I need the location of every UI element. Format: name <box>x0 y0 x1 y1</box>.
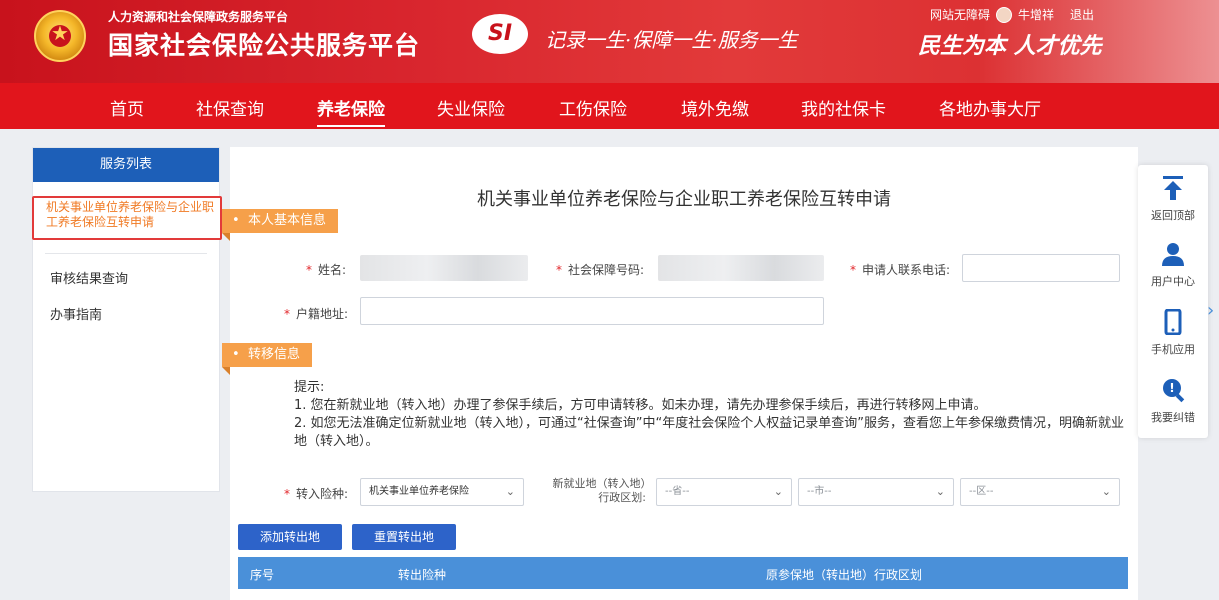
sidebar-item-review-query[interactable]: 审核结果查询 <box>50 268 128 287</box>
user-center-label: 用户中心 <box>1151 275 1195 288</box>
nav-item-overseas[interactable]: 境外免缴 <box>681 95 749 120</box>
chevron-right-icon[interactable]: › <box>1207 300 1214 321</box>
hint-title: 提示: <box>294 380 325 395</box>
chevron-down-icon: ⌄ <box>935 485 945 498</box>
site-header: ★ 人力资源和社会保障政务服务平台 国家社会保险公共服务平台 SI 记录一生·保… <box>0 0 1219 83</box>
hint-line-2: 2. 如您无法准确定位新就业地（转入地），可通过“社保查询”中“年度社会保险个人… <box>294 416 1124 449</box>
chevron-down-icon: ⌄ <box>505 485 515 498</box>
mobile-icon <box>1138 308 1208 337</box>
city-select[interactable]: --市-- ⌄ <box>798 478 954 506</box>
avatar <box>996 6 1013 23</box>
new-location-label: 新就业地（转入地）行政区划: <box>552 477 647 504</box>
user-icon <box>1138 241 1208 269</box>
sidebar-header: 服务列表 <box>33 148 219 182</box>
district-value: --区-- <box>969 486 994 497</box>
address-label: * 户籍地址: <box>284 307 349 321</box>
bullet-icon: • <box>232 213 248 228</box>
add-transfer-out-button[interactable]: 添加转出地 <box>238 524 342 550</box>
hint-line-1: 1. 您在新就业地（转入地）办理了参保手续后，方可申请转移。如未办理，请先办理参… <box>294 398 987 413</box>
transfer-type-value: 机关事业单位养老保险 <box>369 486 469 497</box>
user-center-button[interactable]: 用户中心 <box>1138 241 1208 289</box>
main-nav: 首页 社保查询 养老保险 失业保险 工伤保险 境外免缴 我的社保卡 各地办事大厅 <box>0 83 1219 129</box>
back-to-top-icon <box>1138 175 1208 203</box>
section-label: 转移信息 <box>247 347 300 362</box>
chevron-down-icon: ⌄ <box>1101 485 1111 498</box>
username-link[interactable]: 牛增祥 <box>1018 6 1054 23</box>
logout-link[interactable]: 退出 <box>1070 6 1094 23</box>
transfer-type-select[interactable]: 机关事业单位养老保险 ⌄ <box>360 478 524 506</box>
floating-toolbar: 返回顶部 用户中心 手机应用 ! 我要纠错 <box>1138 165 1208 438</box>
barrier-free-link[interactable]: 网站无障碍 <box>930 6 990 23</box>
column-header-insurance-type: 转出险种 <box>398 568 447 582</box>
column-header-origin-region: 原参保地（转出地）行政区划 <box>766 568 923 582</box>
transfer-type-label: * 转入险种: <box>284 487 349 501</box>
nav-item-social-query[interactable]: 社保查询 <box>196 95 264 120</box>
nav-item-service-halls[interactable]: 各地办事大厅 <box>939 95 1041 120</box>
page-title: 机关事业单位养老保险与企业职工养老保险互转申请 <box>477 189 891 210</box>
hint-box: 提示: 1. 您在新就业地（转入地）办理了参保手续后，方可申请转移。如未办理，请… <box>294 379 1124 451</box>
national-emblem-icon: ★ <box>34 10 86 62</box>
sidebar-item-transfer-application[interactable]: 机关事业单位养老保险与企业职工养老保险互转申请 <box>32 196 222 240</box>
nav-item-unemployment[interactable]: 失业保险 <box>437 95 505 120</box>
back-to-top-button[interactable]: 返回顶部 <box>1138 175 1208 223</box>
mobile-app-button[interactable]: 手机应用 <box>1138 308 1208 357</box>
sidebar-item-label: 机关事业单位养老保险与企业职工养老保险互转申请 <box>46 200 215 229</box>
user-bar: 网站无障碍 牛增祥 退出 <box>930 6 1094 23</box>
phone-field[interactable] <box>962 254 1120 282</box>
ssn-label: * 社会保障号码: <box>556 263 645 277</box>
nav-item-home[interactable]: 首页 <box>110 95 144 120</box>
district-select[interactable]: --区-- ⌄ <box>960 478 1120 506</box>
si-logo: SI <box>472 14 528 54</box>
city-value: --市-- <box>807 486 832 497</box>
back-to-top-label: 返回顶部 <box>1151 209 1195 222</box>
nav-item-my-card[interactable]: 我的社保卡 <box>801 95 886 120</box>
section-personal-info: • 本人基本信息 <box>222 209 338 241</box>
nav-item-injury[interactable]: 工伤保险 <box>559 95 627 120</box>
sidebar-divider <box>45 253 207 254</box>
bullet-icon: • <box>232 347 248 362</box>
chevron-down-icon: ⌄ <box>773 485 783 498</box>
site-title[interactable]: 国家社会保险公共服务平台 <box>108 26 420 62</box>
household-address-field[interactable] <box>360 297 824 325</box>
province-select[interactable]: --省-- ⌄ <box>656 478 792 506</box>
application-form: 机关事业单位养老保险与企业职工养老保险互转申请 • 本人基本信息 * 姓名: * 社… <box>222 147 1138 600</box>
error-report-icon: ! <box>1138 377 1208 405</box>
section-label: 本人基本信息 <box>247 213 326 228</box>
slogan: 记录一生·保障一生·服务一生 <box>545 28 798 52</box>
name-value-redacted <box>360 255 528 281</box>
report-error-label: 我要纠错 <box>1151 411 1195 424</box>
column-header-index: 序号 <box>250 568 275 582</box>
slogan-secondary: 民生为本 人才优先 <box>918 33 1102 59</box>
report-error-button[interactable]: ! 我要纠错 <box>1138 377 1208 425</box>
nav-item-pension[interactable]: 养老保险 <box>317 95 385 127</box>
province-value: --省-- <box>665 486 690 497</box>
header-subtitle: 人力资源和社会保障政务服务平台 <box>108 10 289 24</box>
name-label: * 姓名: <box>306 263 347 277</box>
ssn-value-redacted <box>658 255 824 281</box>
section-transfer-info: • 转移信息 <box>222 343 312 375</box>
svg-text:!: ! <box>1169 381 1174 395</box>
phone-label: * 申请人联系电话: <box>850 263 951 277</box>
mobile-app-label: 手机应用 <box>1151 343 1195 356</box>
sidebar-item-guide[interactable]: 办事指南 <box>50 304 102 323</box>
reset-transfer-out-button[interactable]: 重置转出地 <box>352 524 456 550</box>
transfer-table-header: 序号 转出险种 原参保地（转出地）行政区划 <box>238 557 1128 589</box>
